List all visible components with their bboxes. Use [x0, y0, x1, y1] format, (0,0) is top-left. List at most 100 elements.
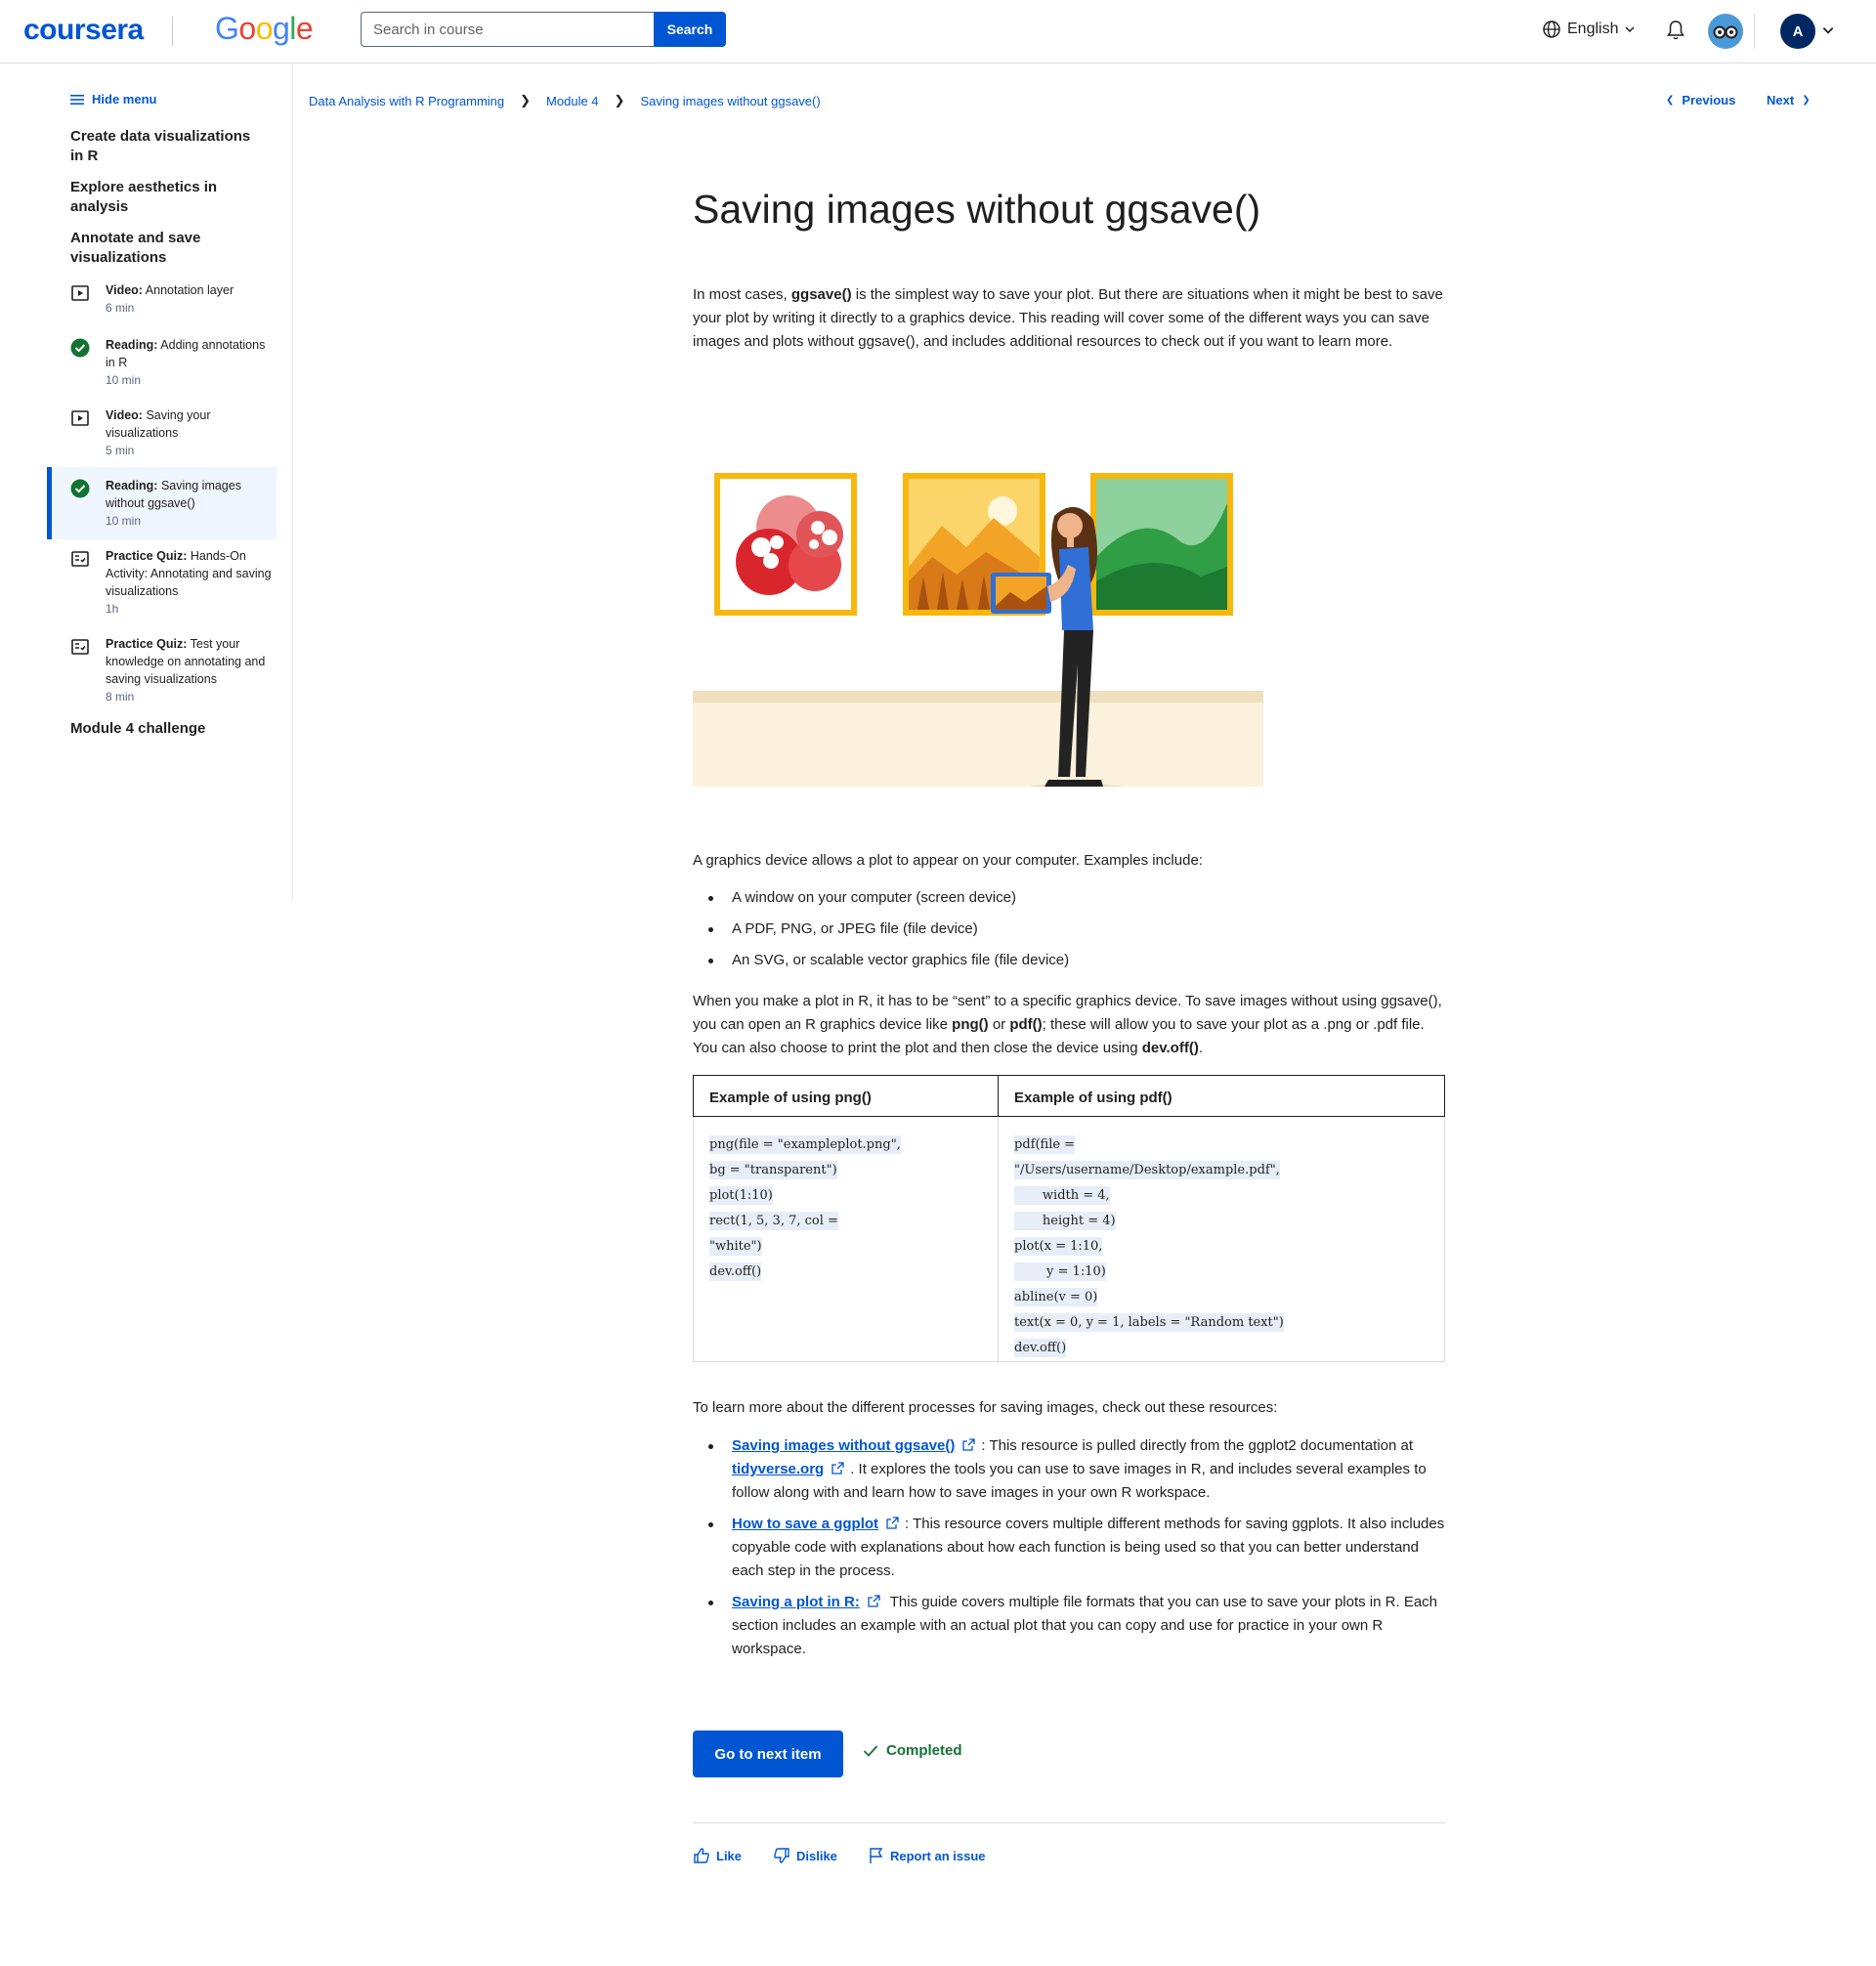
- play-icon: [71, 410, 89, 426]
- code-line: width = 4,: [1014, 1186, 1110, 1205]
- chevron-right-icon: ❯: [1802, 95, 1811, 106]
- code-line: rect(1, 5, 3, 7, col =: [709, 1212, 838, 1230]
- top-navigation-bar: coursera Google Search English A: [0, 0, 1876, 64]
- language-selector[interactable]: English: [1542, 20, 1636, 39]
- code-line: dev.off(): [709, 1262, 762, 1281]
- code-line: "/Users/username/Desktop/example.pdf",: [1014, 1161, 1280, 1179]
- logo-divider: [172, 17, 173, 46]
- gallery-illustration: [693, 410, 1263, 795]
- code-examples-table: Example of using png() Example of using …: [693, 1075, 1445, 1362]
- dislike-label: Dislike: [796, 1848, 837, 1863]
- sidebar-item-label: Reading: Adding annotations in R: [106, 338, 266, 369]
- resource-link-tidyverse[interactable]: tidyverse.org: [732, 1461, 824, 1477]
- check-circle-icon: [70, 479, 90, 498]
- thumbs-down-icon: [774, 1848, 789, 1863]
- sidebar-section-module-challenge[interactable]: Module 4 challenge: [70, 719, 266, 739]
- breadcrumb-course[interactable]: Data Analysis with R Programming: [309, 94, 504, 108]
- globe-icon: [1543, 21, 1560, 38]
- code-line: png(file = "exampleplot.png",: [709, 1135, 901, 1154]
- sidebar-item-duration: 6 min: [106, 301, 135, 315]
- code-line: pdf(file =: [1014, 1135, 1076, 1154]
- search-button[interactable]: Search: [654, 12, 726, 47]
- sidebar-item-saving-images-active[interactable]: Reading: Saving images without ggsave() …: [70, 477, 276, 531]
- table-header: Example of using pdf(): [998, 1075, 1445, 1117]
- sidebar-item-duration: 8 min: [106, 690, 135, 704]
- external-link-icon: [868, 1595, 880, 1607]
- external-link-icon: [831, 1462, 844, 1474]
- graphics-device-intro: A graphics device allows a plot to appea…: [693, 852, 1203, 869]
- chevron-right-icon: ❯: [614, 93, 625, 107]
- sidebar-item-label: Video: Saving your visualizations: [106, 408, 211, 440]
- intro-paragraph: In most cases, ggsave() is the simplest …: [693, 286, 1443, 350]
- thumbs-up-icon: [694, 1848, 709, 1863]
- report-label: Report an issue: [890, 1848, 986, 1863]
- completed-label: Completed: [886, 1742, 962, 1759]
- like-label: Like: [716, 1848, 743, 1863]
- code-line: bg = "transparent"): [709, 1161, 837, 1179]
- user-avatar[interactable]: A: [1780, 14, 1815, 49]
- table-header: Example of using png(): [693, 1075, 999, 1117]
- hide-menu-label: Hide menu: [92, 92, 157, 107]
- sidebar-item-adding-annotations[interactable]: Reading: Adding annotations in R 10 min: [70, 336, 276, 390]
- quiz-icon: [71, 551, 89, 567]
- sidebar-item-saving-visualizations[interactable]: Video: Saving your visualizations 5 min: [70, 406, 276, 460]
- header-divider: [1754, 14, 1755, 49]
- next-button[interactable]: Next ❯: [1767, 93, 1811, 107]
- flag-icon: [870, 1848, 883, 1863]
- sidebar-item-label: Reading: Saving images without ggsave(): [106, 479, 241, 510]
- hide-menu-button[interactable]: Hide menu: [70, 92, 156, 107]
- list-item: A PDF, PNG, or JPEG file (file device): [693, 918, 1445, 941]
- hamburger-icon: [70, 94, 84, 105]
- like-button[interactable]: Like: [693, 1847, 742, 1864]
- chevron-down-icon: [1625, 26, 1636, 33]
- code-line: "white"): [709, 1237, 762, 1256]
- notifications-bell-icon[interactable]: [1666, 20, 1685, 46]
- completed-status: Completed: [863, 1742, 962, 1759]
- check-circle-icon: [70, 338, 90, 358]
- code-line: abline(v = 0): [1014, 1288, 1098, 1306]
- coursera-logo[interactable]: coursera: [23, 14, 144, 47]
- sidebar-section-create-visualizations[interactable]: Create data visualizations in R: [70, 127, 266, 166]
- report-issue-button[interactable]: Report an issue: [869, 1847, 986, 1864]
- resource-link-save-ggplot[interactable]: How to save a ggplot: [732, 1516, 878, 1532]
- sidebar-item-test-knowledge[interactable]: Practice Quiz: Test your knowledge on an…: [70, 635, 276, 706]
- go-to-next-item-button[interactable]: Go to next item: [693, 1731, 843, 1777]
- sidebar-item-duration: 5 min: [106, 444, 135, 457]
- code-line: plot(1:10): [709, 1186, 773, 1205]
- resource-link-saving-images[interactable]: Saving images without ggsave(): [732, 1437, 955, 1454]
- previous-button[interactable]: ❮ Previous: [1666, 93, 1735, 107]
- external-link-icon: [962, 1438, 976, 1451]
- breadcrumb-current[interactable]: Saving images without ggsave(): [640, 94, 820, 108]
- list-item: A window on your computer (screen device…: [693, 886, 1445, 910]
- course-search: Search: [361, 12, 726, 47]
- sidebar-item-label: Practice Quiz: Test your knowledge on an…: [106, 637, 266, 686]
- google-logo[interactable]: Google: [215, 11, 314, 47]
- sidebar-item-hands-on-activity[interactable]: Practice Quiz: Hands-On Activity: Annota…: [70, 547, 276, 619]
- page-title: Saving images without ggsave(): [693, 187, 1261, 232]
- breadcrumb: Data Analysis with R Programming ❯ Modul…: [309, 93, 821, 108]
- device-example-list: A window on your computer (screen device…: [693, 886, 1445, 972]
- play-icon: [71, 285, 89, 301]
- code-line: y = 1:10): [1014, 1262, 1106, 1281]
- code-line: plot(x = 1:10,: [1014, 1237, 1103, 1256]
- search-input[interactable]: [361, 12, 654, 47]
- sidebar-item-duration: 1h: [106, 602, 119, 616]
- sidebar-item-label: Video: Annotation layer: [106, 283, 234, 297]
- list-item: An SVG, or scalable vector graphics file…: [693, 949, 1445, 972]
- png-code-cell: png(file = "exampleplot.png", bg = "tran…: [693, 1116, 999, 1362]
- divider: [693, 1822, 1445, 1823]
- coach-glasses-icon[interactable]: [1708, 14, 1743, 49]
- external-link-icon: [886, 1517, 899, 1529]
- sidebar-section-explore-aesthetics[interactable]: Explore aesthetics in analysis: [70, 178, 266, 217]
- dislike-button[interactable]: Dislike: [773, 1847, 837, 1864]
- breadcrumb-module[interactable]: Module 4: [546, 94, 598, 108]
- resource-item: Saving images without ggsave(): This res…: [693, 1434, 1445, 1505]
- checkmark-icon: [863, 1744, 878, 1757]
- resource-item: How to save a ggplot: This resource cove…: [693, 1513, 1445, 1583]
- next-label: Next: [1767, 93, 1795, 107]
- sidebar-item-annotation-layer[interactable]: Video: Annotation layer 6 min: [70, 281, 276, 318]
- chevron-down-icon[interactable]: [1821, 23, 1835, 37]
- quiz-icon: [71, 639, 89, 655]
- sidebar-section-annotate-save[interactable]: Annotate and save visualizations: [70, 229, 266, 268]
- resource-link-saving-plot[interactable]: Saving a plot in R:: [732, 1594, 860, 1610]
